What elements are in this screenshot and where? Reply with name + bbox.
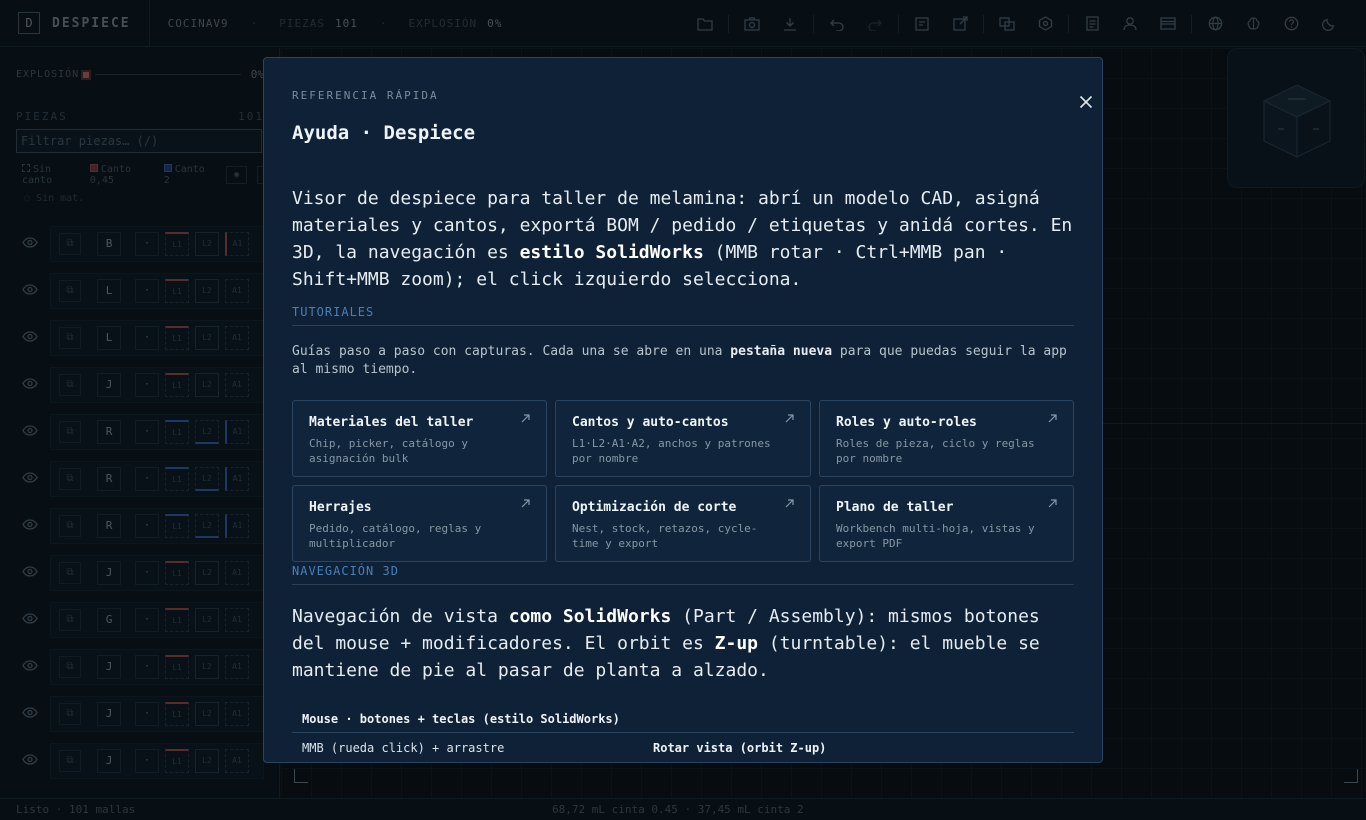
modal-kicker: REFERENCIA RÁPIDA [292,89,439,102]
tutorial-card[interactable]: Plano de taller Workbench multi-hoja, vis… [819,485,1074,562]
tutorial-card[interactable]: Materiales del taller Chip, picker, catál… [292,400,547,477]
external-link-icon [1048,497,1057,511]
shortcut-action: Rotar vista (orbit Z-up) [653,741,827,755]
tutorials-subtitle: Guías paso a paso con capturas. Cada una… [292,344,1067,377]
card-title: Plano de taller [836,500,954,515]
mouse-shortcuts-table: Mouse · botones + teclas (estilo SolidWo… [292,706,1074,762]
external-link-icon [785,497,794,511]
tutorial-card[interactable]: Herrajes Pedido, catálogo, reglas y multi… [292,485,547,562]
help-modal: REFERENCIA RÁPIDA Ayuda · Despiece Visor… [263,57,1103,763]
external-link-icon [785,412,794,426]
card-title: Optimización de corte [572,500,737,515]
close-icon[interactable] [1076,92,1096,112]
card-title: Cantos y auto-cantos [572,415,729,430]
modal-intro: Visor de despiece para taller de melamin… [292,188,1073,290]
external-link-icon [521,497,530,511]
nav-description: Navegación de vista como SolidWorks (Par… [292,606,1040,681]
nav-heading: NAVEGACIÓN 3D [292,564,1074,585]
card-description: Chip, picker, catálogo y asignación bulk [309,437,468,465]
external-link-icon [1048,412,1057,426]
card-title: Materiales del taller [309,415,474,430]
card-title: Herrajes [309,500,372,515]
shortcut-input: MMB (rueda click) + arrastre [302,741,505,755]
card-description: Workbench multi-hoja, vistas y export PD… [836,522,1035,550]
card-description: L1·L2·A1·A2, anchos y patrones por nombr… [572,437,771,465]
tutorials-heading: TUTORIALES [292,305,1074,326]
modal-title: Ayuda · Despiece [292,122,476,144]
tutorial-cards: Materiales del taller Chip, picker, catál… [292,400,1074,562]
card-description: Nest, stock, retazos, cycle-time y expor… [572,522,758,550]
card-description: Roles de pieza, ciclo y reglas por nombr… [836,437,1035,465]
tutorial-card[interactable]: Cantos y auto-cantos L1·L2·A1·A2, anchos … [555,400,811,477]
card-description: Pedido, catálogo, reglas y multiplicador [309,522,482,550]
tutorial-card[interactable]: Optimización de corte Nest, stock, retazo… [555,485,811,562]
table-header: Mouse · botones + teclas (estilo SolidWo… [292,706,1074,733]
external-link-icon [521,412,530,426]
card-title: Roles y auto-roles [836,415,977,430]
table-row: MMB (rueda click) + arrastre Rotar vista … [292,733,1074,762]
tutorial-card[interactable]: Roles y auto-roles Roles de pieza, ciclo … [819,400,1074,477]
